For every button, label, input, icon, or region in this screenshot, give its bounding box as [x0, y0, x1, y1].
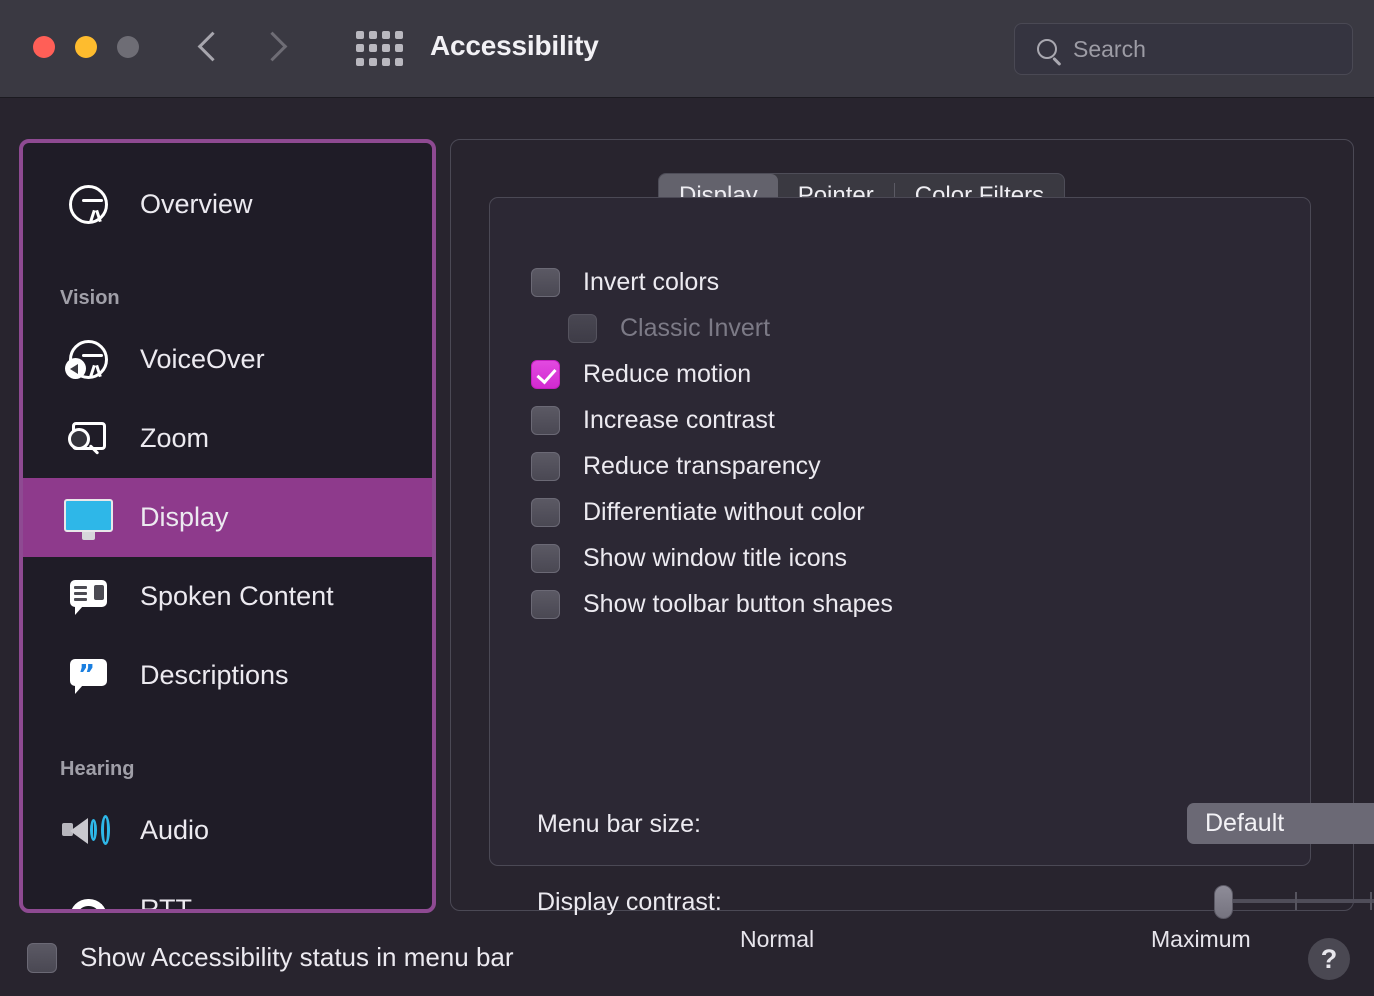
slider-min-label: Normal — [740, 926, 814, 953]
chevron-left-icon[interactable] — [196, 24, 222, 72]
display-monitor-icon — [60, 489, 117, 546]
chevron-right-icon[interactable] — [260, 24, 286, 72]
search-icon — [1037, 39, 1057, 59]
sidebar-item-audio[interactable]: Audio — [23, 791, 432, 870]
sidebar-list: Overview Vision VoiceOver Zoom — [23, 143, 432, 913]
navigation-arrows — [196, 24, 286, 72]
main-panel: Display Pointer Color Filters Invert col… — [450, 139, 1354, 911]
checkbox-increase-contrast[interactable]: Increase contrast — [531, 406, 775, 435]
grid-dot — [382, 44, 390, 52]
checkbox-reduce-motion[interactable]: Reduce motion — [531, 360, 751, 389]
checkbox-reduce-transparency[interactable]: Reduce transparency — [531, 452, 821, 481]
grid-dot — [369, 44, 377, 52]
checkbox-label: Show Accessibility status in menu bar — [80, 942, 514, 973]
slider-max-label: Maximum — [1151, 926, 1251, 953]
checkbox-label: Invert colors — [583, 268, 719, 297]
grid-dot — [395, 58, 403, 66]
grid-dot — [395, 44, 403, 52]
sidebar-item-label: Zoom — [140, 423, 209, 454]
grid-dot — [356, 44, 364, 52]
grid-dot — [382, 31, 390, 39]
sidebar-top-spacer — [23, 143, 432, 165]
checkbox-differentiate-without-color[interactable]: Differentiate without color — [531, 498, 865, 527]
sidebar-item-descriptions[interactable]: ” Descriptions — [23, 636, 432, 715]
checkbox-box[interactable] — [531, 590, 560, 619]
grid-dot — [356, 58, 364, 66]
help-question-icon[interactable]: ? — [1308, 938, 1350, 980]
display-contrast-slider-thumb[interactable] — [1214, 885, 1233, 919]
sidebar-item-rtt[interactable]: RTT — [23, 870, 432, 913]
close-window-button[interactable] — [33, 36, 55, 58]
checkbox-show-toolbar-button-shapes[interactable]: Show toolbar button shapes — [531, 590, 893, 619]
checkbox-box-checked[interactable] — [531, 360, 560, 389]
menu-bar-size-value: Default — [1205, 809, 1284, 838]
checkbox-label: Show toolbar button shapes — [583, 590, 893, 619]
sidebar-spacer — [23, 715, 432, 737]
sidebar-section-hearing: Hearing — [23, 737, 432, 791]
grid-dot — [382, 58, 390, 66]
display-contrast-slider-track[interactable] — [1221, 899, 1374, 903]
checkbox-label: Reduce transparency — [583, 452, 821, 481]
checkbox-box[interactable] — [27, 943, 57, 973]
checkbox-label: Increase contrast — [583, 406, 775, 435]
sidebar: Overview Vision VoiceOver Zoom — [19, 139, 436, 913]
checkbox-label: Show window title icons — [583, 544, 847, 573]
checkbox-box[interactable] — [531, 268, 560, 297]
checkbox-box[interactable] — [531, 452, 560, 481]
zoom-window-button[interactable] — [117, 36, 139, 58]
sidebar-spacer — [23, 244, 432, 266]
traffic-light-group — [33, 36, 139, 58]
sidebar-item-label: Spoken Content — [140, 581, 334, 612]
display-settings-box: Invert colors Classic Invert Reduce moti… — [489, 197, 1311, 866]
display-contrast-label: Display contrast: — [537, 888, 722, 917]
zoom-icon — [60, 410, 117, 467]
checkbox-label: Classic Invert — [620, 314, 770, 343]
page-title: Accessibility — [430, 30, 599, 62]
menu-bar-size-popup-button[interactable]: Default — [1187, 803, 1374, 844]
sidebar-item-label: Audio — [140, 815, 209, 846]
grid-dot — [356, 31, 364, 39]
sidebar-item-label: Descriptions — [140, 660, 289, 691]
search-field[interactable]: Search — [1014, 23, 1353, 75]
sidebar-item-spoken-content[interactable]: Spoken Content — [23, 557, 432, 636]
search-placeholder: Search — [1073, 36, 1146, 63]
checkbox-box[interactable] — [531, 406, 560, 435]
grid-dot — [395, 31, 403, 39]
grid-dot — [369, 58, 377, 66]
sidebar-item-label: RTT — [140, 894, 192, 913]
help-label: ? — [1321, 944, 1338, 975]
sidebar-item-label: Overview — [140, 189, 253, 220]
checkbox-label: Reduce motion — [583, 360, 751, 389]
checkbox-classic-invert: Classic Invert — [568, 314, 770, 343]
sidebar-item-voiceover[interactable]: VoiceOver — [23, 320, 432, 399]
checkbox-show-accessibility-status[interactable]: Show Accessibility status in menu bar — [27, 942, 514, 973]
checkbox-box[interactable] — [531, 498, 560, 527]
spoken-content-icon — [60, 568, 117, 625]
checkbox-show-window-title-icons[interactable]: Show window title icons — [531, 544, 847, 573]
rtt-phone-icon — [60, 881, 117, 913]
show-all-grid-icon[interactable] — [356, 31, 404, 67]
checkbox-box — [568, 314, 597, 343]
minimize-window-button[interactable] — [75, 36, 97, 58]
sidebar-item-label: VoiceOver — [140, 344, 265, 375]
sidebar-item-zoom[interactable]: Zoom — [23, 399, 432, 478]
voiceover-icon — [60, 331, 117, 388]
audio-speaker-icon — [60, 802, 117, 859]
sidebar-item-overview[interactable]: Overview — [23, 165, 432, 244]
descriptions-icon: ” — [60, 647, 117, 704]
grid-dot — [369, 31, 377, 39]
sidebar-section-vision: Vision — [23, 266, 432, 320]
accessibility-icon — [60, 176, 117, 233]
window-titlebar: Accessibility Search — [0, 0, 1374, 98]
checkbox-box[interactable] — [531, 544, 560, 573]
menu-bar-size-label: Menu bar size: — [537, 810, 701, 839]
sidebar-item-display[interactable]: Display — [23, 478, 432, 557]
sidebar-item-label: Display — [140, 502, 229, 533]
checkbox-label: Differentiate without color — [583, 498, 865, 527]
checkbox-invert-colors[interactable]: Invert colors — [531, 268, 719, 297]
